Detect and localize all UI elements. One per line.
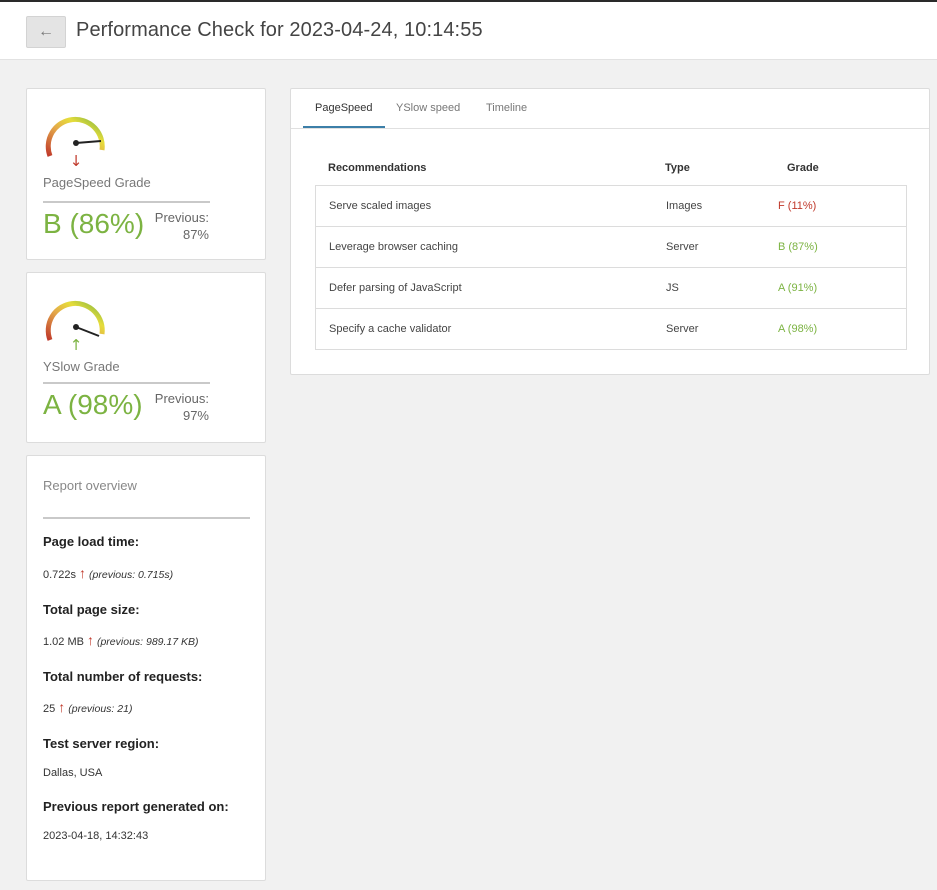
previous-label: Previous: — [154, 391, 209, 406]
recommendations-panel: PageSpeed YSlow speed Timeline Recommend… — [290, 88, 930, 375]
pagespeed-grade-value: B (86%) — [43, 208, 145, 239]
report-overview-card: Report overview Page load time: 0.722s ↑(… — [26, 455, 266, 881]
report-overview-title: Report overview — [43, 478, 137, 493]
table-row: Specify a cache validator Server A (98%) — [316, 309, 906, 350]
type-cell: JS — [666, 282, 679, 294]
previous-label: Previous: — [154, 210, 209, 225]
page-size: 1.02 MB — [43, 636, 84, 648]
previous-value: 97% — [182, 408, 209, 423]
type-cell: Server — [666, 241, 699, 253]
tab-yslow-speed[interactable]: YSlow speed — [396, 102, 460, 114]
page-load-time-value: 0.722s ↑ (previous: 0.715s) — [43, 565, 173, 581]
request-count: 25 — [43, 703, 56, 715]
arrow-left-icon: ← — [38, 23, 54, 40]
table-row: Defer parsing of JavaScript JS A (91%) — [316, 268, 906, 309]
grade-cell: A (98%) — [778, 323, 818, 335]
test-server-region-heading: Test server region: — [43, 736, 160, 751]
arrow-up-icon: ↑ — [70, 336, 83, 353]
load-time: 0.722s — [43, 569, 77, 581]
previous-page-size: (previous: 989.17 KB) — [96, 636, 199, 648]
active-tab-indicator — [303, 126, 385, 128]
grade-cell: A (91%) — [778, 282, 818, 294]
gauge-needle — [75, 326, 100, 337]
type-cell: Server — [666, 323, 699, 335]
yslow-grade-card: ↑ YSlow Grade A (98%) Previous: 97% — [26, 272, 266, 443]
total-requests-value: 25 ↑ (previous: 21) — [43, 699, 132, 715]
page-load-time-heading: Page load time: — [43, 534, 140, 549]
back-button[interactable]: ← — [26, 16, 66, 48]
yslow-grade-label: YSlow Grade — [43, 359, 120, 374]
tab-pagespeed[interactable]: PageSpeed — [315, 102, 373, 114]
pagespeed-previous: Previous: 87% — [155, 209, 209, 243]
tab-timeline[interactable]: Timeline — [486, 102, 527, 114]
type-cell: Images — [666, 200, 703, 212]
previous-load-time: (previous: 0.715s) — [89, 569, 174, 581]
grade-cell: B (87%) — [778, 241, 818, 253]
column-header-recommendations: Recommendations — [328, 162, 427, 174]
top-bar: ← Performance Check for 2023-04-24, 10:1… — [0, 0, 937, 60]
recommendation-cell: Defer parsing of JavaScript — [329, 282, 462, 294]
previous-request-count: (previous: 21) — [68, 703, 133, 715]
table-row: Leverage browser caching Server B (87%) — [316, 227, 906, 268]
column-header-type: Type — [665, 162, 690, 174]
test-server-region-value: Dallas, USA — [43, 767, 103, 779]
divider — [43, 201, 210, 203]
column-header-grade: Grade — [787, 162, 819, 174]
pagespeed-grade-card: ↓ PageSpeed Grade B (86%) Previous: 87% — [26, 88, 266, 260]
recommendation-cell: Leverage browser caching — [329, 241, 459, 253]
gauge-needle — [75, 140, 102, 144]
previous-value: 87% — [182, 227, 209, 242]
pagespeed-grade-label: PageSpeed Grade — [43, 175, 151, 190]
divider — [43, 382, 210, 384]
total-page-size-heading: Total page size: — [43, 602, 140, 617]
recommendation-cell: Serve scaled images — [329, 200, 432, 212]
previous-report-heading: Previous report generated on: — [43, 799, 229, 814]
grade-cell: F (11%) — [778, 200, 817, 212]
divider — [43, 517, 250, 519]
table-row: Serve scaled images Images F (11%) — [316, 186, 906, 227]
arrow-down-icon: ↓ — [70, 152, 83, 169]
total-page-size-value: 1.02 MB ↑ (previous: 989.17 KB) — [43, 632, 199, 648]
recommendation-cell: Specify a cache validator — [329, 323, 452, 335]
arrow-up-icon: ↑ — [86, 632, 94, 648]
total-requests-heading: Total number of requests: — [43, 669, 203, 684]
pagespeed-gauge: ↓ — [45, 116, 105, 169]
page-title: Performance Check for 2023-04-24, 10:14:… — [76, 19, 483, 41]
previous-report-value: 2023-04-18, 14:32:43 — [43, 830, 149, 842]
yslow-grade-value: A (98%) — [43, 389, 143, 420]
recommendations-table: Serve scaled images Images F (11%) Lever… — [315, 185, 907, 350]
yslow-gauge: ↑ — [45, 300, 105, 353]
yslow-previous: Previous: 97% — [155, 390, 209, 424]
arrow-up-icon: ↑ — [58, 699, 66, 715]
arrow-up-icon: ↑ — [79, 565, 87, 581]
tab-bar: PageSpeed YSlow speed Timeline — [291, 89, 929, 129]
